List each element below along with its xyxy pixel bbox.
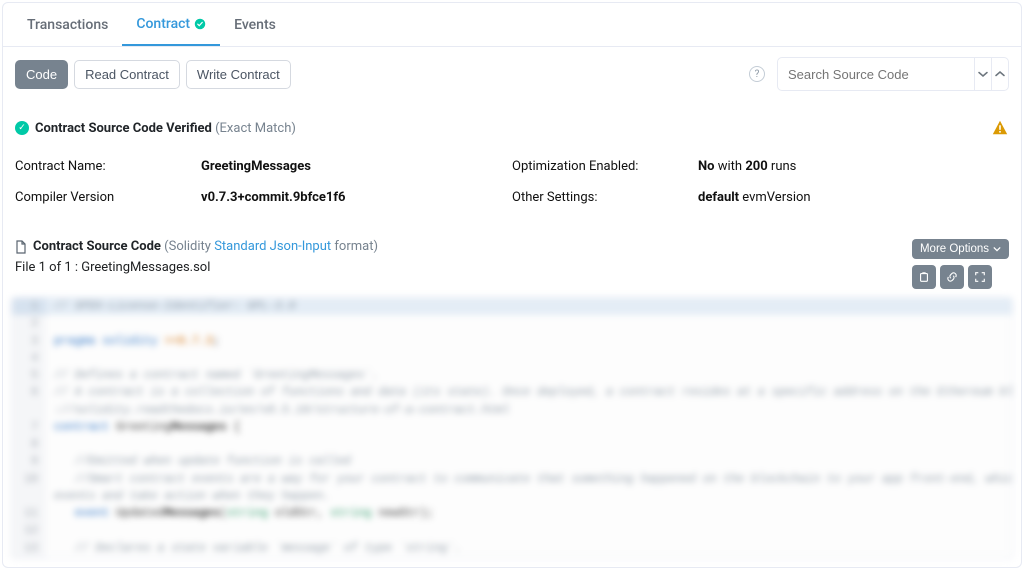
tab-events[interactable]: Events (220, 3, 290, 46)
search-input[interactable] (778, 58, 974, 90)
code-line: 6// A contract is a collection of functi… (12, 384, 1012, 401)
search-prev-button[interactable] (974, 58, 991, 90)
contract-name-value: GreetingMessages (201, 159, 311, 174)
code-line: 11 event UpdatedMessages(string oldStr, … (12, 505, 1012, 522)
warning-icon[interactable] (991, 119, 1009, 137)
search-source-code (777, 57, 1009, 91)
code-line: 3pragma solidity >=0.7.3; (12, 333, 1012, 350)
code-line: 8 (12, 436, 1012, 453)
verified-badge-icon (194, 18, 206, 30)
file-indicator: File 1 of 1 : GreetingMessages.sol (15, 254, 912, 279)
code-line: 14 // State variables are variables whos… (12, 557, 1012, 559)
meta-grid: Contract Name: GreetingMessages Compiler… (15, 147, 1009, 239)
code-line: 2 (12, 315, 1012, 332)
other-settings-value: default evmVersion (698, 190, 811, 205)
tab-transactions[interactable]: Transactions (13, 3, 122, 46)
other-settings-label: Other Settings: (512, 190, 698, 205)
code-line: events and take action when they happen. (12, 488, 1012, 505)
write-contract-button[interactable]: Write Contract (186, 60, 291, 89)
source-code-editor[interactable]: 1// SPDX-License-Identifier: GPL-3.023pr… (11, 297, 1013, 559)
code-line: 7contract GreetingMessages { (12, 419, 1012, 436)
subtabs-row: Code Read Contract Write Contract ? (3, 47, 1021, 101)
chevron-down-icon (993, 245, 1001, 253)
compiler-version-label: Compiler Version (15, 190, 201, 205)
source-title: Contract Source Code (Solidity Standard … (33, 239, 378, 254)
tab-contract-label: Contract (136, 16, 190, 32)
verified-match-note: (Exact Match) (215, 121, 296, 136)
tab-contract[interactable]: Contract (122, 3, 220, 46)
code-line: 12 (12, 522, 1012, 539)
read-contract-button[interactable]: Read Contract (74, 60, 180, 89)
search-next-button[interactable] (991, 58, 1008, 90)
verified-label: Contract Source Code Verified (35, 121, 212, 136)
format-link[interactable]: Standard Json-Input (214, 239, 331, 254)
file-icon (15, 240, 27, 254)
code-line: 9 //Emitted when update function is call… (12, 453, 1012, 470)
verified-check-icon: ✓ (15, 121, 29, 135)
more-options-button[interactable]: More Options (912, 239, 1009, 259)
code-line: 1// SPDX-License-Identifier: GPL-3.0 (12, 298, 1012, 315)
source-header: Contract Source Code (Solidity Standard … (15, 239, 1009, 295)
optimization-label: Optimization Enabled: (512, 159, 698, 174)
code-button[interactable]: Code (15, 60, 68, 89)
code-line: 13 // Declares a state variable `message… (12, 540, 1012, 557)
contract-name-label: Contract Name: (15, 159, 201, 174)
contract-tabs: Transactions Contract Events (3, 3, 1021, 47)
expand-icon[interactable] (968, 265, 992, 289)
compiler-version-value: v0.7.3+commit.9bfce1f6 (201, 190, 345, 205)
code-line: ://solidity.readthedocs.io/en/v0.5.10/st… (12, 402, 1012, 419)
code-line: 5// Defines a contract named `GreetingMe… (12, 367, 1012, 384)
optimization-value: No with 200 runs (698, 159, 796, 174)
code-line: 4 (12, 350, 1012, 367)
link-icon[interactable] (940, 265, 964, 289)
copy-icon[interactable] (912, 265, 936, 289)
code-line: 10 //Smart contract events are a way for… (12, 471, 1012, 488)
help-icon[interactable]: ? (749, 66, 765, 82)
verified-line: ✓ Contract Source Code Verified (Exact M… (15, 105, 1009, 147)
